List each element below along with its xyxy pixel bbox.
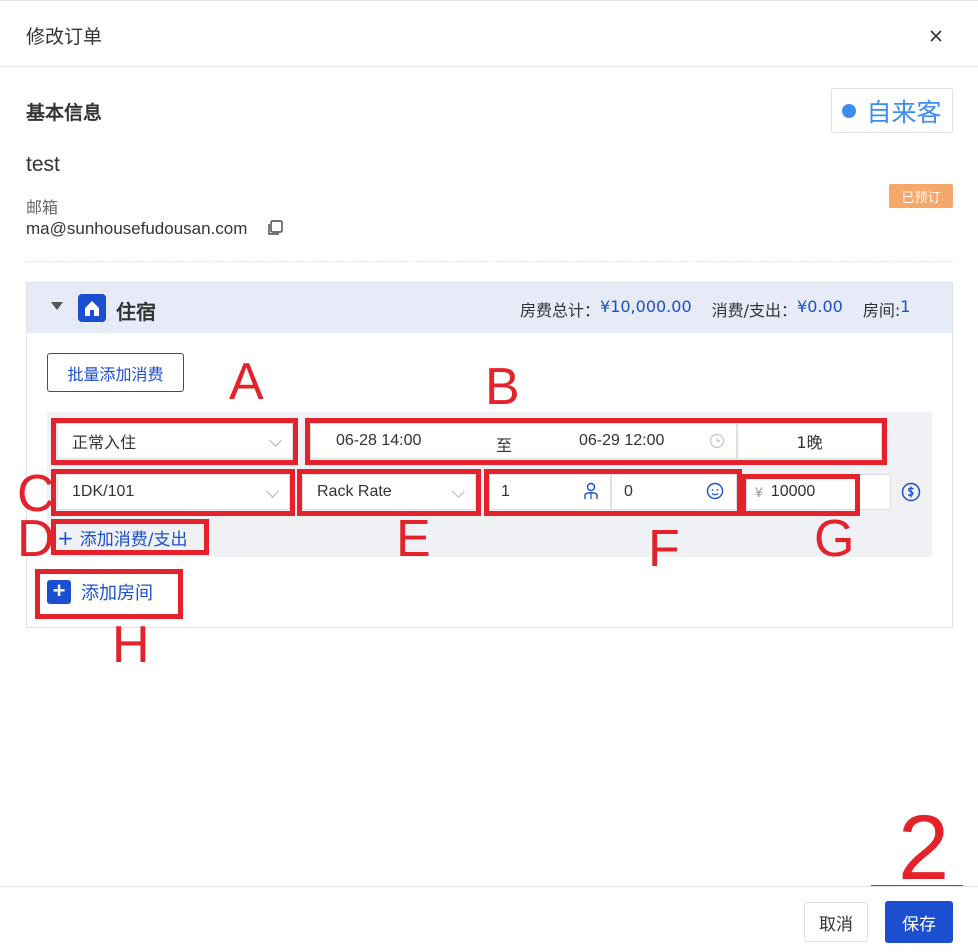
annotation-label-d: D	[17, 510, 55, 568]
rooms-value: 1	[900, 297, 911, 316]
annotation-label-f: F	[648, 520, 680, 578]
cancel-button[interactable]: 取消	[804, 902, 868, 942]
annotation-box-h	[35, 569, 183, 619]
room-fee-value: ¥10,000.00	[600, 297, 692, 316]
expense-value: ¥0.00	[797, 297, 843, 316]
annotation-box-a	[51, 418, 298, 465]
rooms-label: 房间:	[862, 301, 901, 320]
stay-title: 住宿	[116, 300, 156, 324]
section-title-basic-info: 基本信息	[26, 102, 103, 124]
annotation-step-2: 2	[898, 797, 950, 899]
annotation-label-e: E	[396, 510, 431, 568]
annotation-label-b: B	[485, 358, 520, 416]
annotation-label-a: A	[229, 353, 264, 411]
status-badge: 已预订	[889, 184, 953, 208]
save-button[interactable]: 保存	[885, 901, 953, 943]
divider	[26, 261, 953, 262]
room-fee-label: 房费总计：	[520, 301, 601, 320]
source-badge: 自来客	[831, 88, 953, 133]
source-badge-label: 自来客	[866, 97, 942, 127]
house-icon	[78, 294, 106, 322]
modal-title: 修改订单	[26, 26, 103, 48]
annotation-box-d	[51, 519, 209, 555]
annotation-label-h: H	[112, 616, 150, 674]
annotation-box-e	[297, 469, 481, 516]
copy-icon[interactable]	[266, 219, 284, 237]
email-label: 邮箱	[26, 198, 59, 217]
guest-name: test	[26, 153, 60, 176]
email-value: ma@sunhousefudousan.com	[26, 219, 248, 238]
annotation-box-c	[51, 469, 295, 516]
currency-exchange-icon[interactable]	[900, 481, 922, 503]
annotation-label-g: G	[814, 510, 855, 568]
collapse-caret-icon[interactable]	[51, 302, 63, 310]
source-dot-icon	[842, 103, 857, 118]
modal-header	[0, 1, 978, 67]
annotation-box-f	[484, 469, 742, 516]
close-icon[interactable]	[922, 22, 950, 50]
bulk-add-expense-button[interactable]: 批量添加消费	[47, 353, 184, 392]
expense-label: 消费/支出：	[711, 301, 798, 320]
stay-summary: 房费总计： ¥10,000.00 消费/支出： ¥0.00 房间: 1	[520, 297, 910, 321]
annotation-box-b	[305, 418, 887, 465]
